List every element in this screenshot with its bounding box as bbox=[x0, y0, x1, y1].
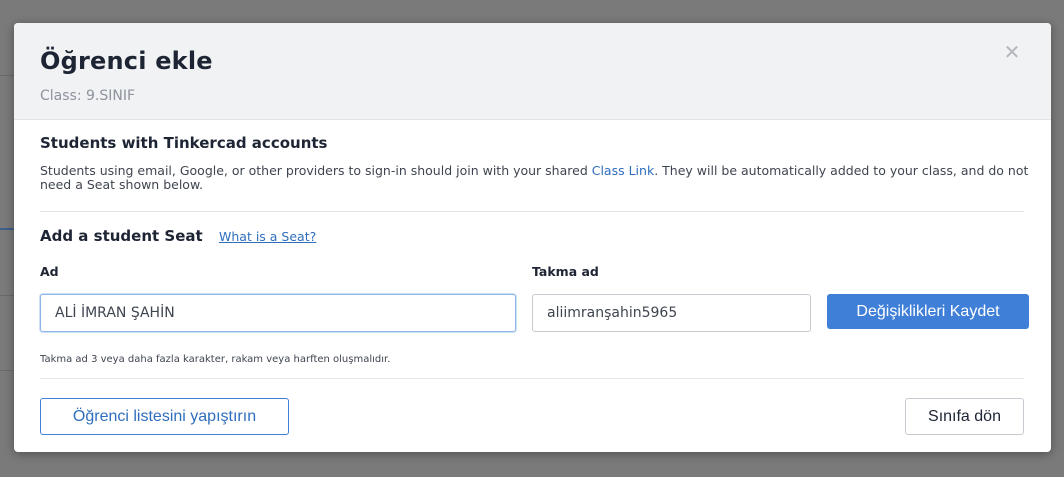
nickname-label: Takma ad bbox=[532, 264, 599, 279]
section-divider bbox=[40, 211, 1024, 212]
back-to-class-button[interactable]: Sınıfa dön bbox=[905, 398, 1024, 435]
class-subtitle: Class: 9.SINIF bbox=[40, 88, 136, 104]
name-input-value: ALİ İMRAN ŞAHİN bbox=[55, 305, 175, 321]
paste-student-list-button[interactable]: Öğrenci listesini yapıştırın bbox=[40, 398, 289, 435]
what-is-seat-link[interactable]: What is a Seat? bbox=[219, 229, 316, 244]
description-text: Students using email, Google, or other p… bbox=[40, 163, 592, 178]
save-changes-button[interactable]: Değişiklikleri Kaydet bbox=[827, 294, 1029, 329]
close-icon[interactable]: ✕ bbox=[1001, 41, 1023, 63]
background-divider bbox=[0, 295, 14, 296]
accounts-section-title: Students with Tinkercad accounts bbox=[40, 134, 328, 152]
nickname-hint: Takma ad 3 veya daha fazla karakter, rak… bbox=[40, 354, 391, 365]
name-label: Ad bbox=[40, 264, 59, 279]
background-divider bbox=[0, 228, 14, 230]
background-divider bbox=[0, 370, 14, 371]
seat-section-title: Add a student Seat bbox=[40, 227, 203, 245]
modal-title: Öğrenci ekle bbox=[40, 47, 213, 75]
class-link[interactable]: Class Link bbox=[592, 163, 654, 178]
add-student-modal: Öğrenci ekle Class: 9.SINIF ✕ Students w… bbox=[14, 23, 1051, 452]
accounts-description: Students using email, Google, or other p… bbox=[40, 164, 1030, 192]
nickname-input-value: aliimranşahin5965 bbox=[547, 305, 678, 321]
footer-divider bbox=[40, 378, 1024, 379]
name-input[interactable]: ALİ İMRAN ŞAHİN bbox=[40, 294, 516, 332]
background-divider bbox=[0, 75, 14, 76]
modal-header: Öğrenci ekle Class: 9.SINIF ✕ bbox=[14, 23, 1051, 120]
nickname-input[interactable]: aliimranşahin5965 bbox=[532, 294, 811, 332]
